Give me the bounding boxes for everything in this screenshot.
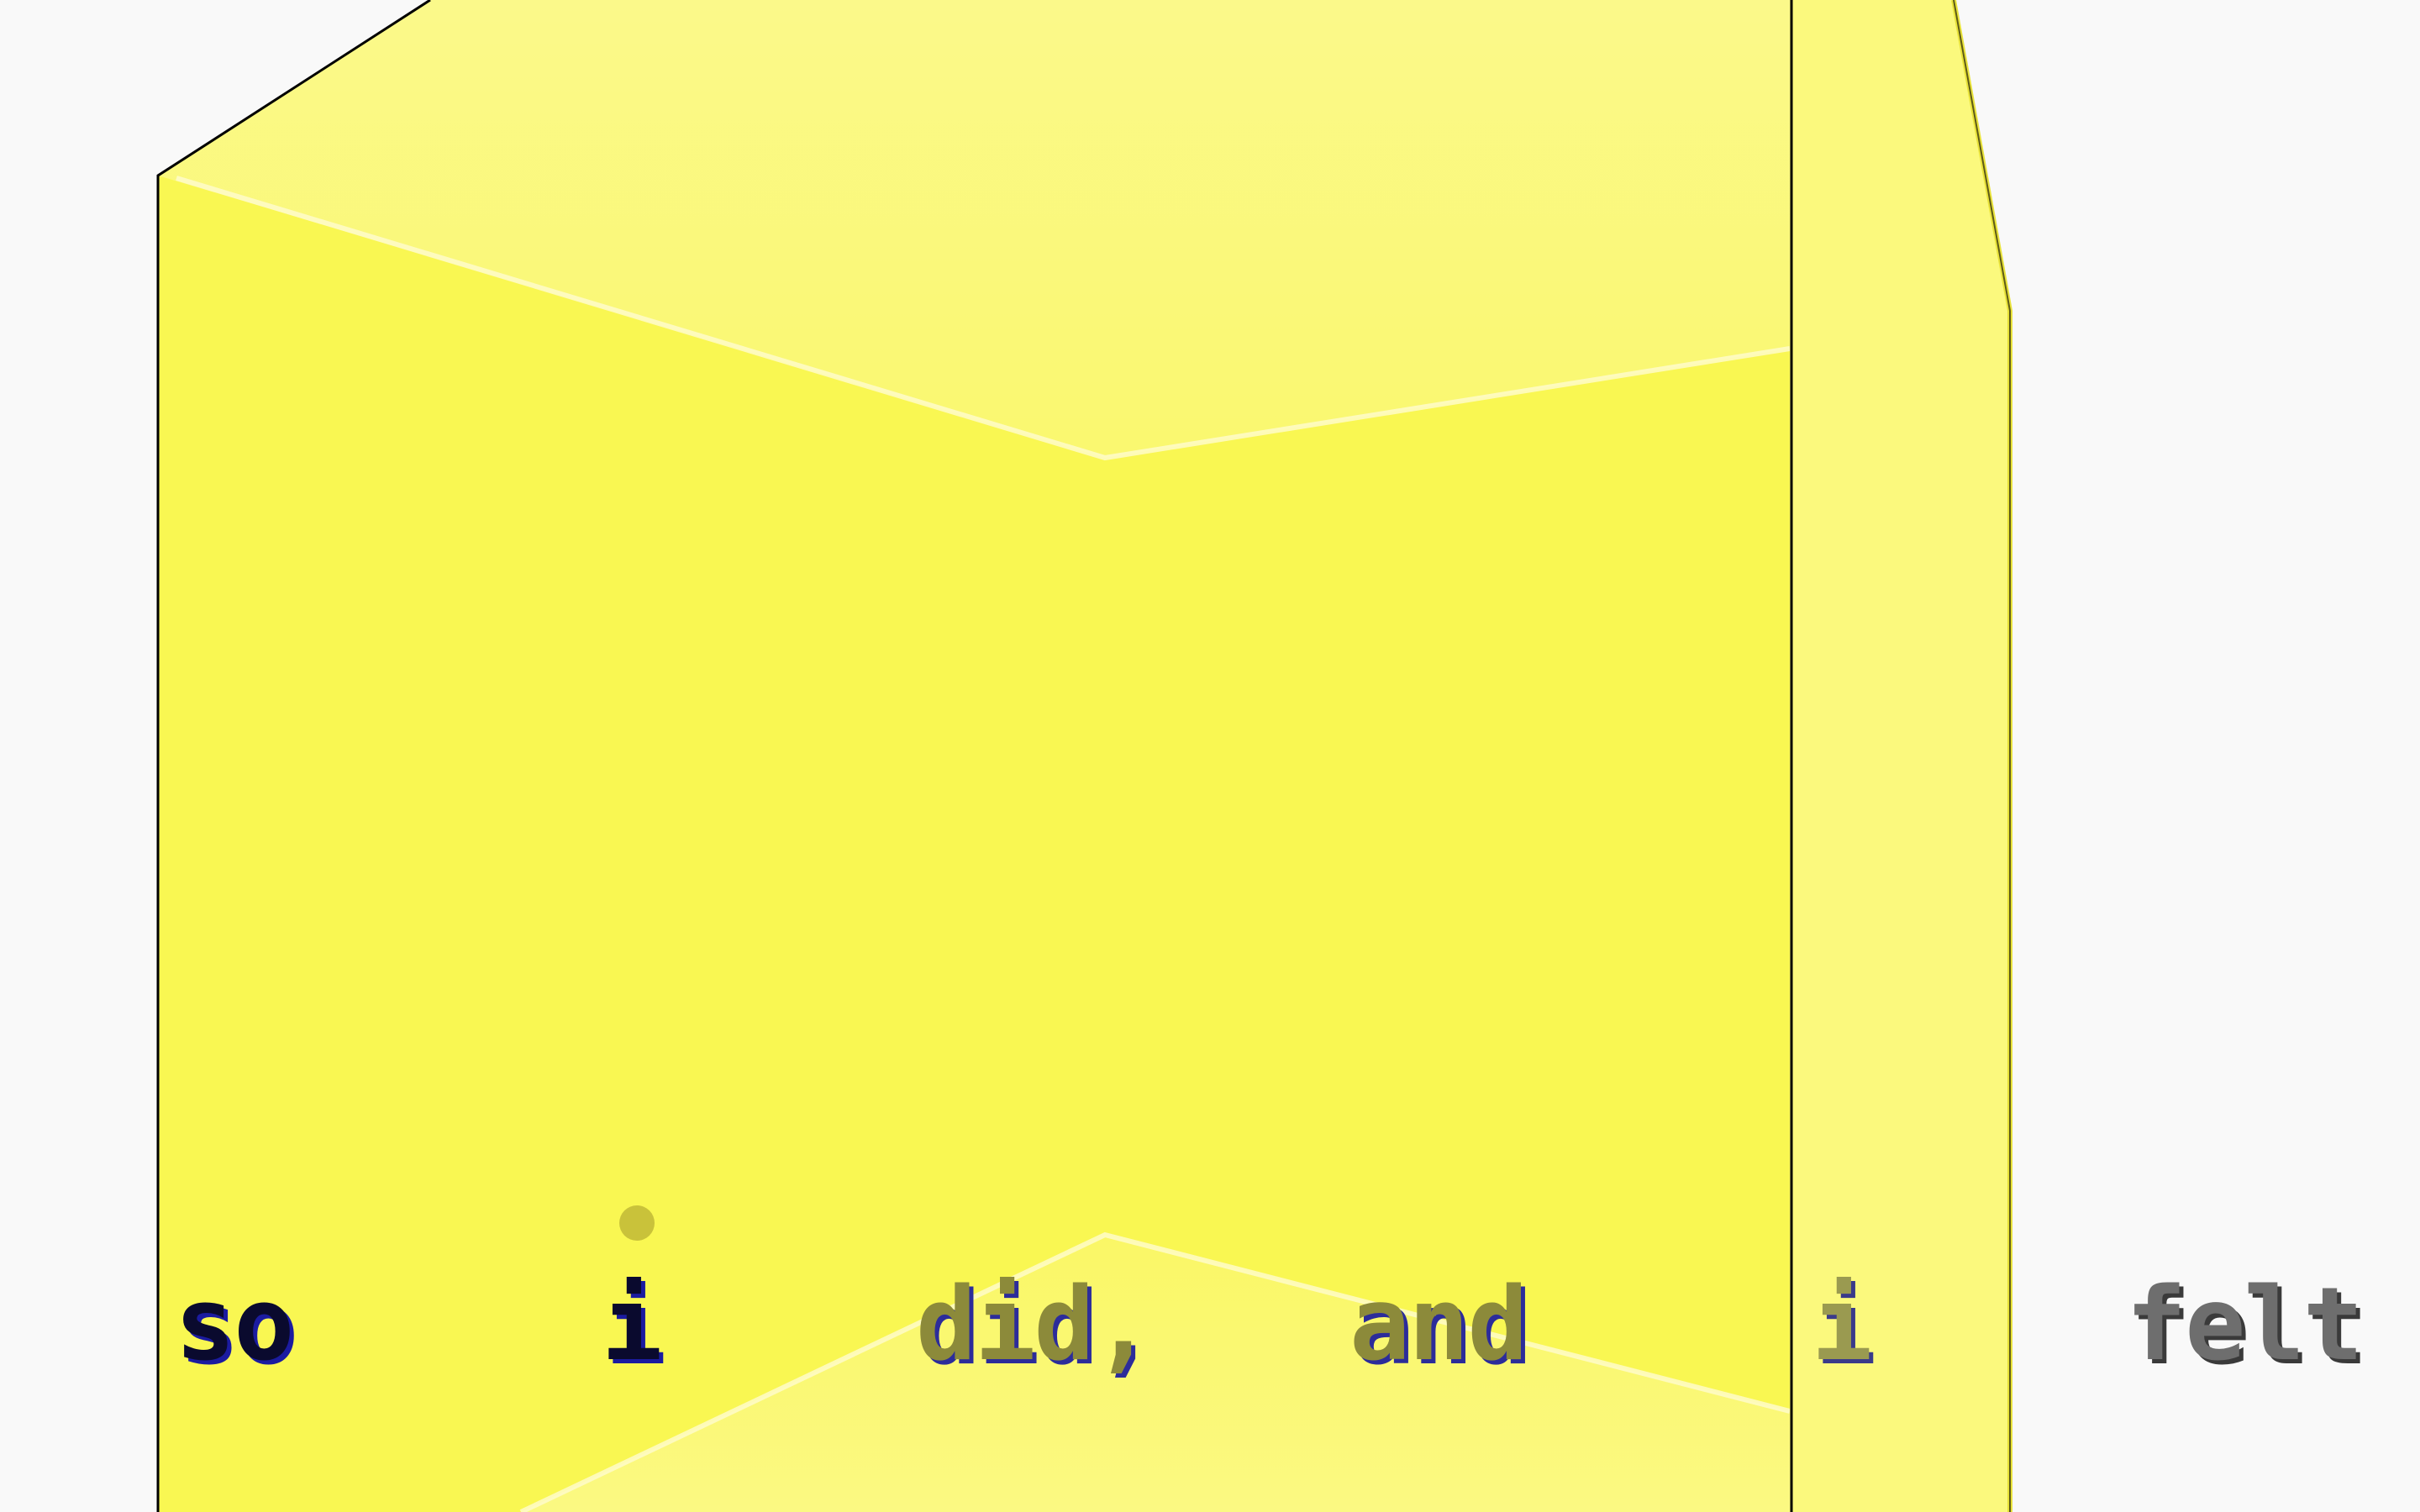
karaoke-scene: so i did, and i felt: [0, 0, 2420, 1512]
lyric-word-and: and: [1349, 1267, 1528, 1383]
lyric-word-i: i: [602, 1267, 662, 1383]
lyric-word-did: did,: [916, 1267, 1154, 1383]
lyric-word-felt: felt: [2126, 1267, 2364, 1383]
lyric-word-so: so: [175, 1267, 294, 1383]
yellow-prism-shape: [156, 0, 2012, 1512]
bounce-ball-indicator: [619, 1205, 655, 1241]
lyric-word-i-second: i: [1812, 1267, 1872, 1383]
